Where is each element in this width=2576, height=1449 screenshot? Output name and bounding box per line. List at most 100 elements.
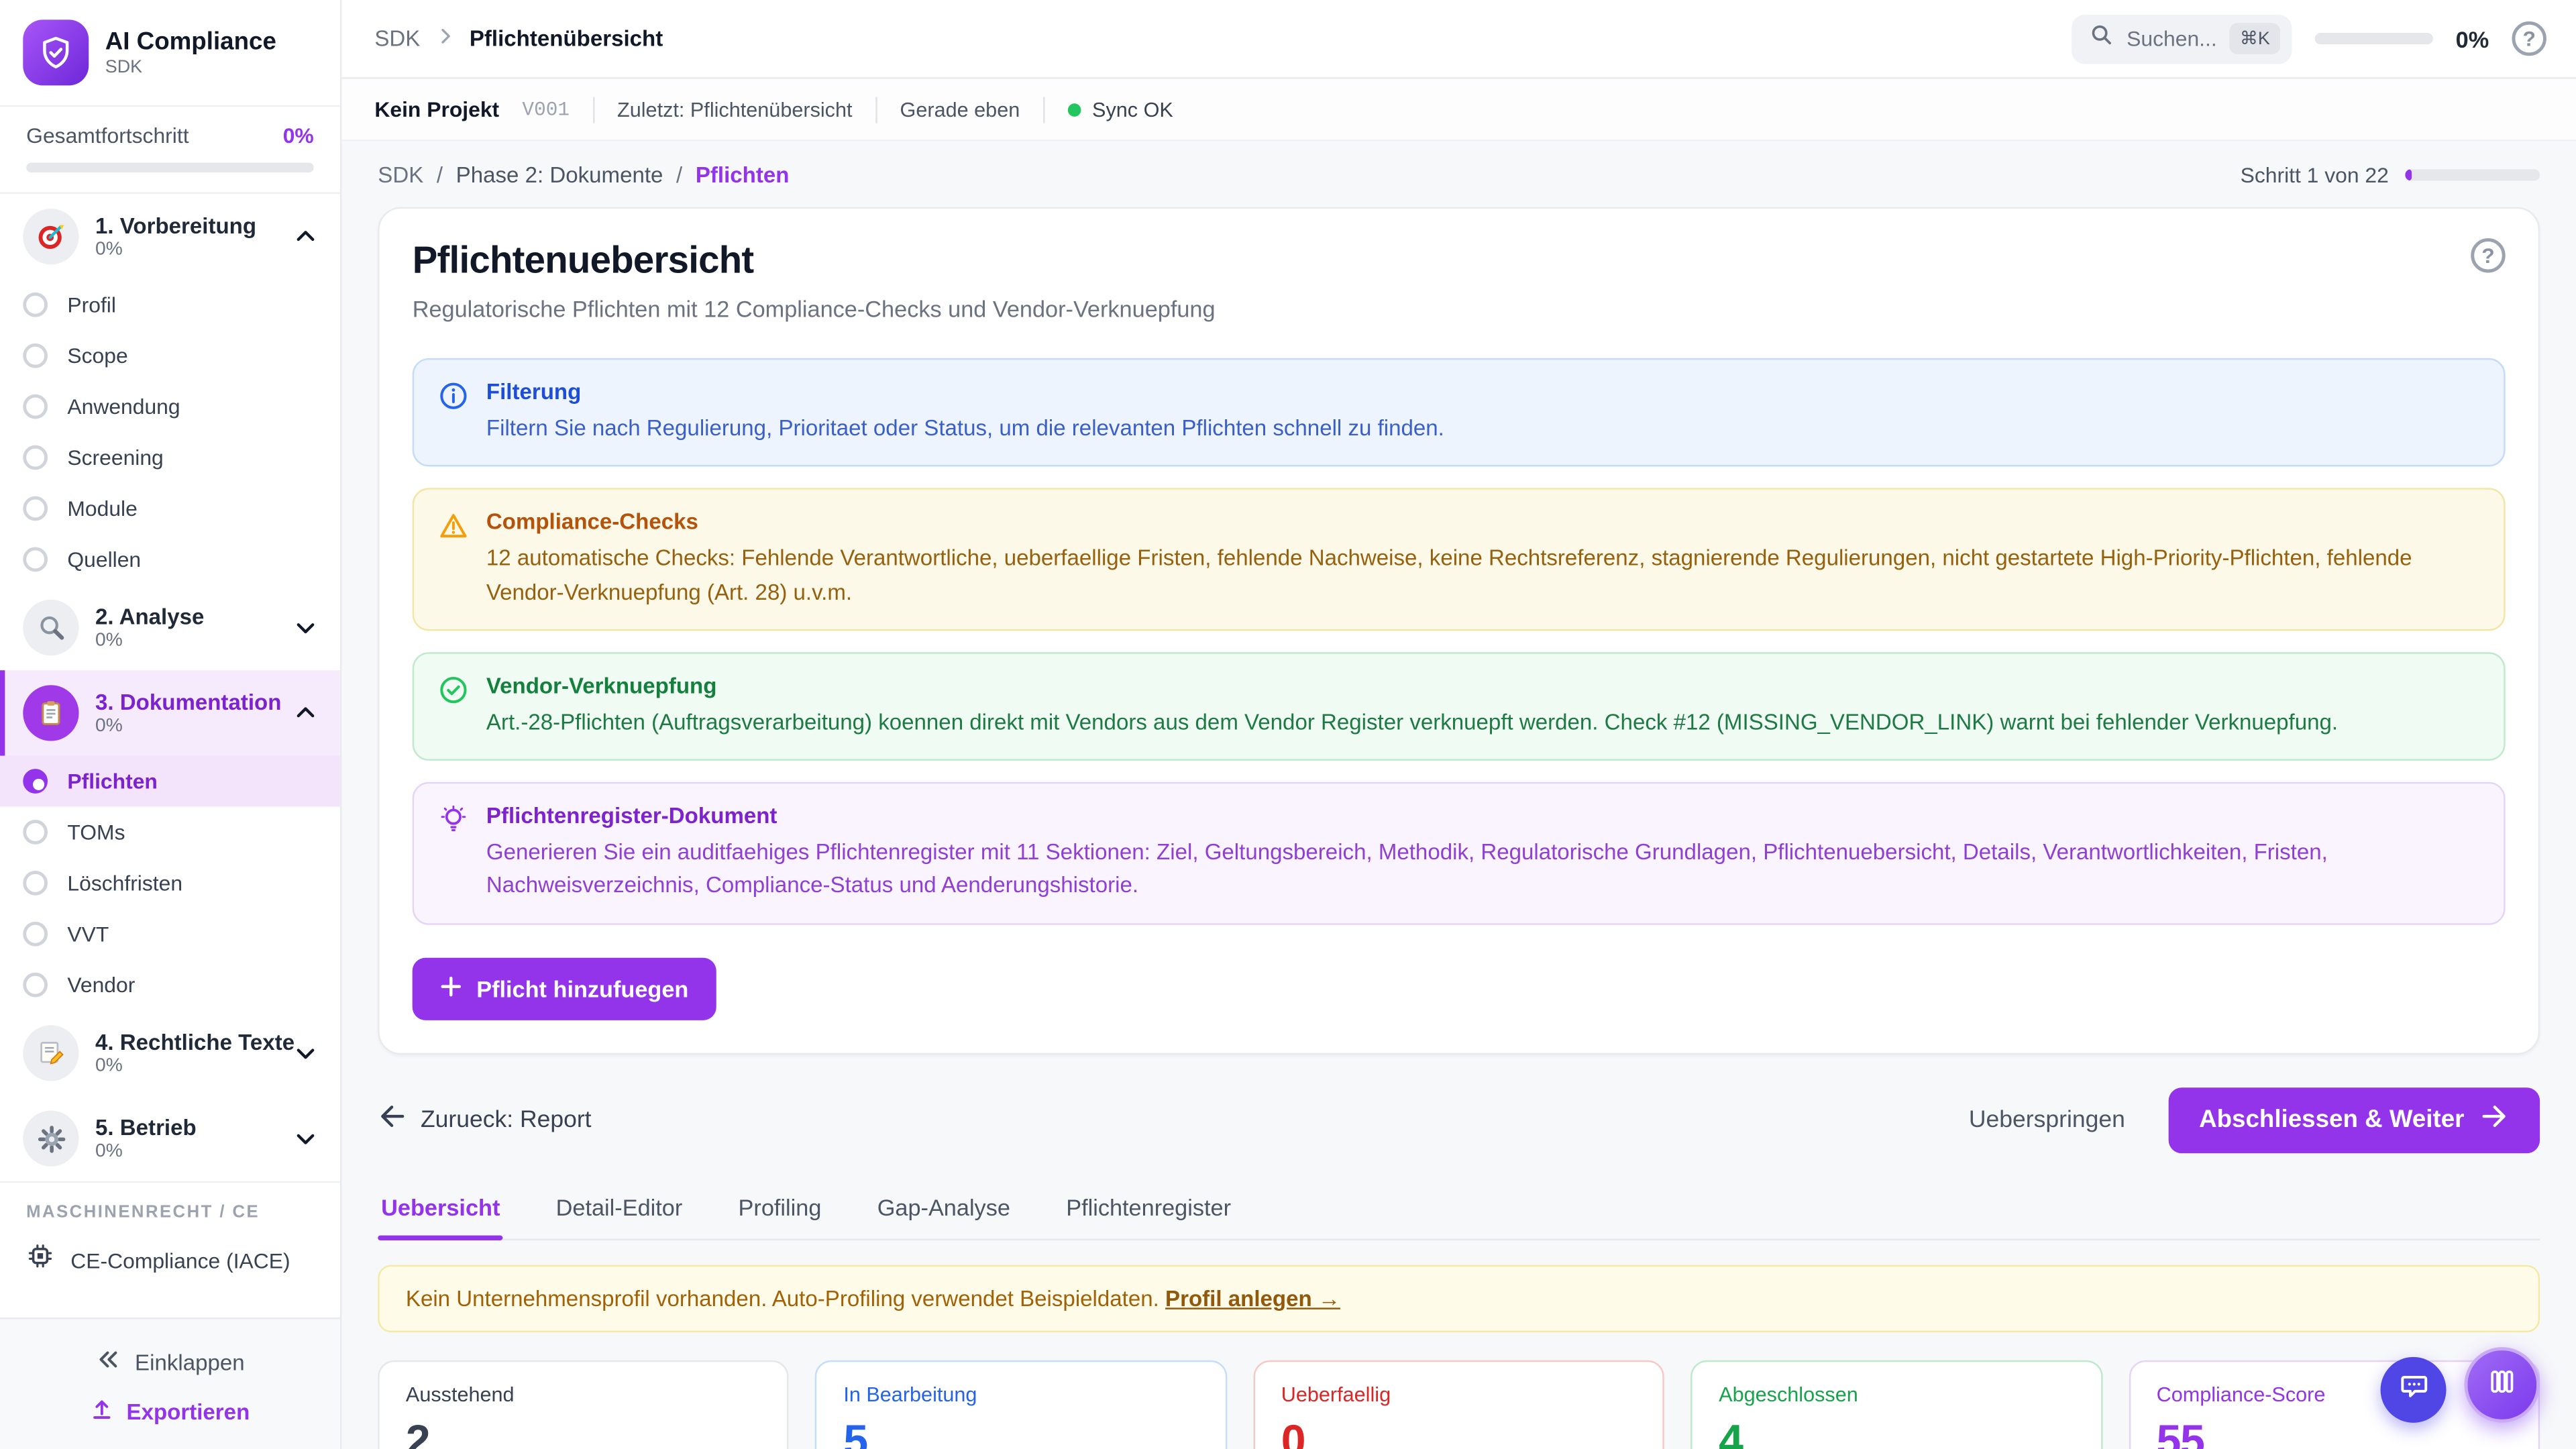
sync-ok-dot-icon (1067, 103, 1081, 116)
sidebar-item-quellen[interactable]: Quellen (0, 534, 340, 585)
finish-next-button[interactable]: Abschliessen & Weiter (2168, 1087, 2540, 1152)
sidebar-item-label: Löschfristen (67, 871, 182, 896)
chip-icon (26, 1242, 54, 1278)
sidebar-item-label: Screening (67, 445, 163, 470)
check-circle-icon (439, 675, 468, 712)
sidebar-item-label: TOMs (67, 820, 125, 845)
profile-warning-banner: Kein Unternehmensprofil vorhanden. Auto-… (378, 1264, 2540, 1331)
panel-toggle-button[interactable] (2464, 1347, 2540, 1423)
banner-text: Kein Unternehmensprofil vorhanden. Auto-… (406, 1285, 1159, 1310)
tab-gap-analyse[interactable]: Gap-Analyse (874, 1179, 1014, 1238)
sidebar-nav: 1. Vorbereitung 0% Profil Scope Anwendun… (0, 194, 340, 1318)
card-help-icon[interactable]: ? (2471, 238, 2505, 272)
target-icon (23, 209, 78, 264)
sidebar-item-screening[interactable]: Screening (0, 432, 340, 483)
floating-buttons (2381, 1347, 2540, 1423)
sidebar-item-loeschfristen[interactable]: Löschfristen (0, 857, 340, 908)
search-shortcut-kbd: ⌘K (2230, 23, 2279, 54)
overall-progress-value: 0% (283, 123, 314, 148)
clipboard-icon (23, 685, 78, 741)
double-chevron-left-icon (95, 1349, 120, 1375)
add-pflicht-label: Pflicht hinzufuegen (476, 975, 688, 1001)
main-area: SDK Pflichtenübersicht Suchen... ⌘K 0% ?… (341, 0, 2576, 1449)
tab-uebersicht[interactable]: Uebersicht (378, 1179, 503, 1238)
chevron-up-icon (294, 225, 317, 248)
shield-check-icon (23, 19, 89, 85)
collapse-sidebar-button[interactable]: Einklappen (0, 1339, 340, 1385)
sidebar-section-analyse[interactable]: 2. Analyse 0% (0, 585, 340, 670)
gear-icon (23, 1111, 78, 1167)
divider (875, 96, 877, 122)
step-progress-track (2405, 169, 2540, 180)
memo-pencil-icon (23, 1025, 78, 1081)
search-icon (2090, 23, 2113, 54)
stat-card-ausstehend: Ausstehend 2 (378, 1360, 789, 1449)
export-label: Exportieren (127, 1400, 250, 1425)
section-title: 4. Rechtliche Texte (95, 1030, 278, 1055)
step-progress-fill (2405, 169, 2412, 180)
app-title: AI Compliance (105, 28, 276, 56)
sidebar-item-module[interactable]: Module (0, 483, 340, 534)
tab-detail-editor[interactable]: Detail-Editor (553, 1179, 686, 1238)
sidebar-item-profil[interactable]: Profil (0, 279, 340, 330)
info-box-filterung: Filterung Filtern Sie nach Regulierung, … (413, 358, 2506, 467)
search-input[interactable]: Suchen... ⌘K (2072, 14, 2291, 63)
sidebar-item-pflichten[interactable]: Pflichten (0, 756, 340, 807)
stat-card-abgeschlossen: Abgeschlossen 4 (1691, 1360, 2102, 1449)
breadcrumb: SDK Pflichtenübersicht (374, 26, 663, 51)
sidebar-section-rechtliche-texte[interactable]: 4. Rechtliche Texte 0% (0, 1010, 340, 1095)
chevron-up-icon (294, 702, 317, 724)
sidebar-item-vvt[interactable]: VVT (0, 908, 340, 959)
sidebar-item-label: Anwendung (67, 394, 180, 419)
export-button[interactable]: Exportieren (0, 1385, 340, 1426)
skip-button[interactable]: Ueberspringen (1969, 1106, 2125, 1132)
sidebar-item-toms[interactable]: TOMs (0, 806, 340, 857)
section-title: 5. Betrieb (95, 1116, 278, 1140)
sidebar-item-label: VVT (67, 922, 109, 947)
overall-progress: Gesamtfortschritt 0% (0, 107, 340, 194)
tab-profiling[interactable]: Profiling (735, 1179, 825, 1238)
sidebar-item-vendor[interactable]: Vendor (0, 959, 340, 1010)
arrow-right-icon (2481, 1104, 2509, 1136)
breadcrumb-phase[interactable]: Phase 2: Dokumente (456, 162, 663, 187)
sidebar-item-ce-compliance[interactable]: CE-Compliance (IACE) (0, 1229, 340, 1298)
columns-icon (2485, 1364, 2518, 1405)
chat-button[interactable] (2381, 1357, 2447, 1423)
sidebar-item-scope[interactable]: Scope (0, 330, 340, 381)
sidebar-section-vorbereitung[interactable]: 1. Vorbereitung 0% (0, 194, 340, 279)
wizard-actions: Zurueck: Report Ueberspringen Abschliess… (378, 1087, 2540, 1152)
sidebar-section-dokumentation[interactable]: 3. Dokumentation 0% (0, 670, 340, 755)
breadcrumb-root[interactable]: SDK (374, 26, 420, 51)
sidebar-item-label: Profil (67, 292, 116, 317)
radio-icon (23, 445, 48, 470)
info-box-text: Filtern Sie nach Regulierung, Prioritaet… (486, 413, 1444, 446)
radio-icon (23, 343, 48, 368)
info-box-title: Pflichtenregister-Dokument (486, 804, 2479, 828)
version-badge: V001 (522, 98, 570, 121)
section-progress: 0% (95, 631, 278, 650)
radio-icon (23, 973, 48, 998)
help-icon[interactable]: ? (2512, 21, 2546, 56)
ce-compliance-label: CE-Compliance (IACE) (70, 1248, 290, 1273)
upload-icon (91, 1398, 113, 1426)
overall-progress-label: Gesamtfortschritt (26, 123, 189, 148)
sidebar-footer: Einklappen Exportieren (0, 1318, 340, 1449)
add-pflicht-button[interactable]: Pflicht hinzufuegen (413, 957, 716, 1020)
info-box-title: Filterung (486, 380, 1444, 405)
radio-icon (23, 871, 48, 896)
page-title: Pflichtenuebersicht (413, 238, 1216, 282)
back-report-link[interactable]: Zurueck: Report (378, 1104, 591, 1136)
status-bar: Kein Projekt V001 Zuletzt: Pflichtenüber… (341, 79, 2576, 142)
sidebar: AI Compliance SDK Gesamtfortschritt 0% 1… (0, 0, 341, 1449)
breadcrumb-sdk[interactable]: SDK (378, 162, 423, 187)
sidebar-section-betrieb[interactable]: 5. Betrieb 0% (0, 1095, 340, 1181)
header-progress-track (2314, 33, 2432, 44)
tab-bar: Uebersicht Detail-Editor Profiling Gap-A… (378, 1179, 2540, 1240)
sidebar-item-anwendung[interactable]: Anwendung (0, 381, 340, 432)
create-profile-link[interactable]: Profil anlegen → (1165, 1285, 1340, 1310)
section-title: 1. Vorbereitung (95, 213, 278, 238)
magnifier-icon (23, 600, 78, 655)
stat-value: 5 (843, 1415, 1199, 1449)
tab-pflichtenregister[interactable]: Pflichtenregister (1063, 1179, 1234, 1238)
sidebar-item-label: Module (67, 496, 137, 521)
